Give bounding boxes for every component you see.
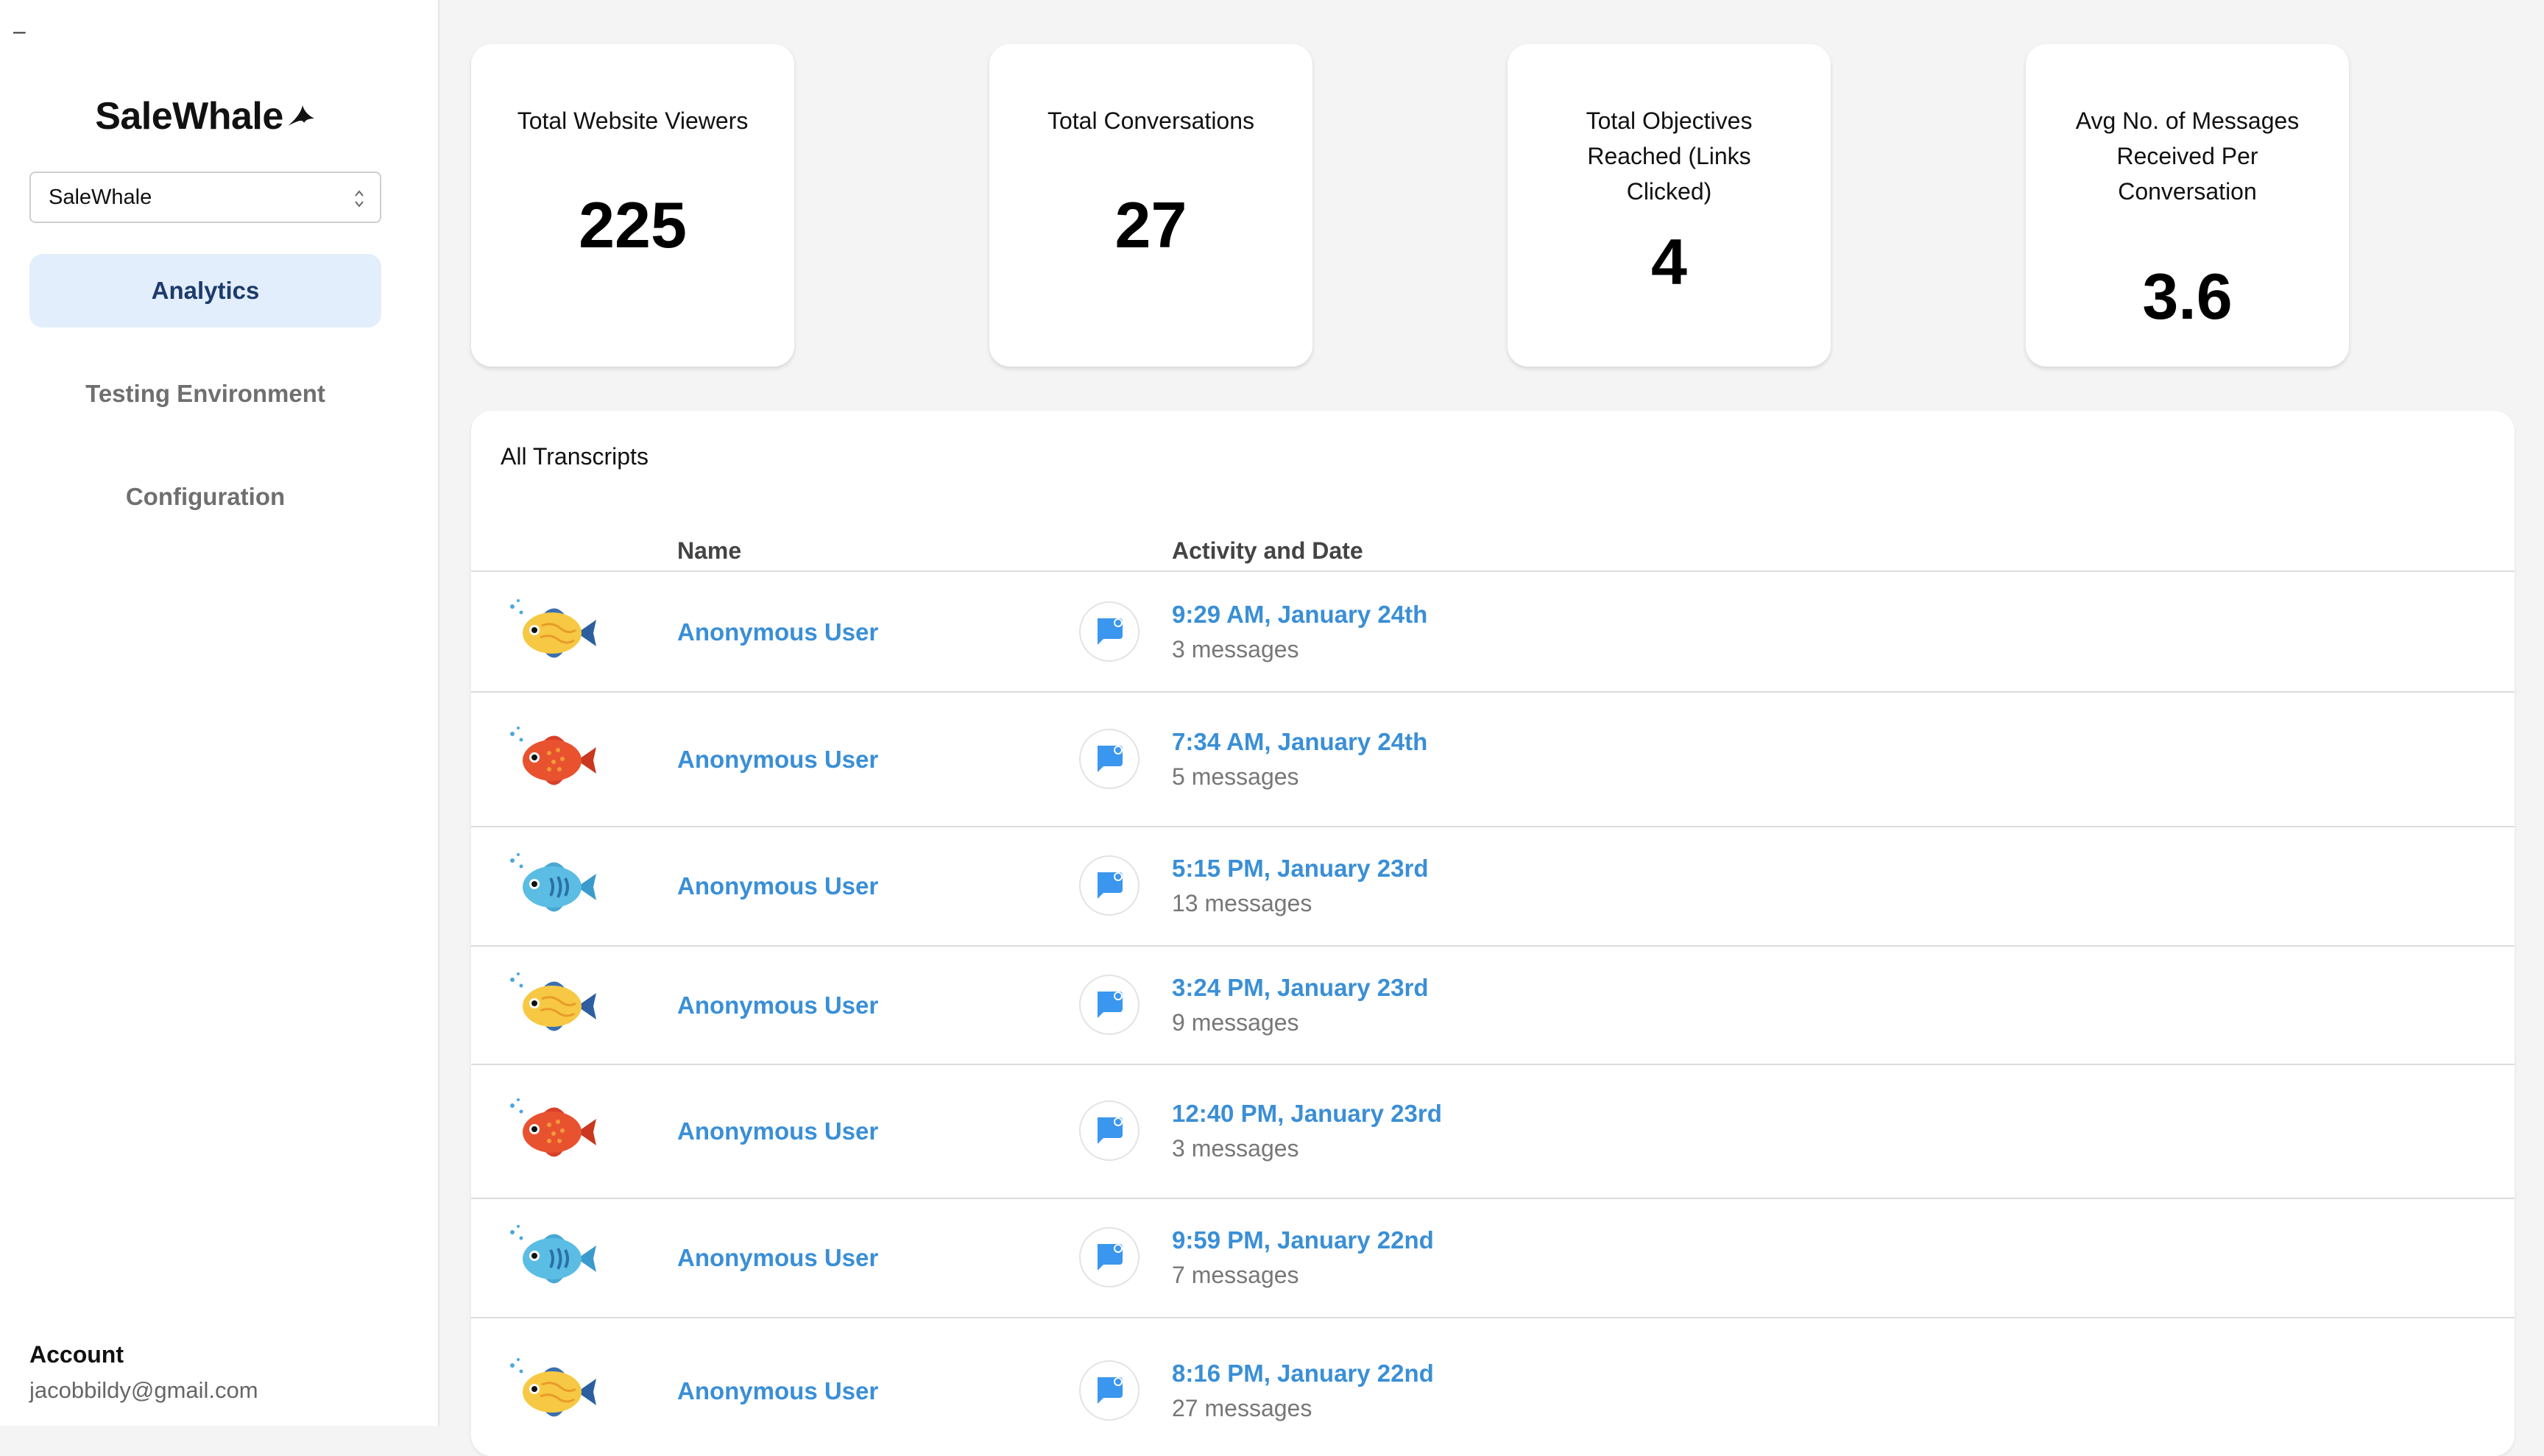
nav-configuration-label: Configuration: [125, 483, 286, 510]
logo-text: SaleWhale: [95, 95, 283, 138]
transcript-row[interactable]: Anonymous User 7:34 AM, January 24th 5 m…: [471, 691, 2515, 827]
red-fish-icon: [506, 724, 602, 797]
transcript-row[interactable]: Anonymous User 3:24 PM, January 23rd 9 m…: [471, 945, 2515, 1065]
transcripts-title: All Transcripts: [501, 443, 649, 470]
message-count: 3 messages: [1172, 1135, 1299, 1162]
stat-value: 225: [579, 188, 687, 261]
chat-icon[interactable]: [1079, 601, 1140, 662]
whale-tail-icon: [287, 105, 314, 126]
menu-icon[interactable]: –: [13, 21, 26, 43]
user-name-link[interactable]: Anonymous User: [677, 992, 878, 1019]
chat-icon[interactable]: [1079, 1360, 1140, 1421]
stat-label: Total Conversations: [1047, 107, 1255, 134]
message-count: 27 messages: [1172, 1395, 1312, 1421]
stat-label: Total Objectives Reached (Links Clicked): [1586, 107, 1753, 205]
account-title: Account: [29, 1341, 124, 1368]
nav-testing-environment[interactable]: Testing Environment: [29, 357, 381, 431]
user-name-link[interactable]: Anonymous User: [677, 746, 878, 774]
column-header-name: Name: [677, 537, 742, 564]
activity-date-link[interactable]: 12:40 PM, January 23rd: [1172, 1100, 1442, 1128]
nav-configuration[interactable]: Configuration: [29, 460, 381, 534]
yellow-fish-icon: [506, 1355, 602, 1429]
activity-date-link[interactable]: 5:15 PM, January 23rd: [1172, 855, 1429, 883]
chat-icon[interactable]: [1079, 1227, 1140, 1287]
user-name-link[interactable]: Anonymous User: [677, 1117, 878, 1145]
account-section[interactable]: Account jacobbildy@gmail.com: [29, 1341, 258, 1404]
nav-analytics[interactable]: Analytics: [29, 254, 381, 328]
transcript-row[interactable]: Anonymous User 5:15 PM, January 23rd 13 …: [471, 826, 2515, 947]
user-name-link[interactable]: Anonymous User: [677, 1244, 878, 1272]
app-logo: SaleWhale: [0, 94, 411, 138]
activity-date-link[interactable]: 8:16 PM, January 22nd: [1172, 1360, 1434, 1388]
workspace-select[interactable]: SaleWhale: [29, 172, 381, 223]
transcript-row[interactable]: Anonymous User 9:29 AM, January 24th 3 m…: [471, 572, 2515, 693]
activity-date-link[interactable]: 3:24 PM, January 23rd: [1172, 974, 1429, 1002]
message-count: 5 messages: [1172, 763, 1299, 790]
nav-analytics-label: Analytics: [151, 277, 260, 304]
chevron-updown-icon: [355, 190, 364, 208]
workspace-select-value: SaleWhale: [49, 185, 152, 209]
blue-fish-icon: [506, 1222, 602, 1296]
chat-icon[interactable]: [1079, 1100, 1140, 1161]
user-name-link[interactable]: Anonymous User: [677, 618, 878, 646]
stat-card-avg-messages: Avg No. of Messages Received Per Convers…: [2026, 44, 2349, 367]
chat-icon[interactable]: [1079, 855, 1140, 916]
nav-testing-environment-label: Testing Environment: [85, 380, 325, 407]
stat-label: Avg No. of Messages Received Per Convers…: [2075, 107, 2300, 205]
stat-card-conversations: Total Conversations 27: [989, 44, 1312, 367]
chat-icon[interactable]: [1079, 974, 1140, 1035]
user-name-link[interactable]: Anonymous User: [677, 1377, 878, 1405]
stat-value: 27: [1114, 188, 1187, 261]
message-count: 3 messages: [1172, 636, 1299, 662]
red-fish-icon: [506, 1095, 602, 1169]
stat-card-website-viewers: Total Website Viewers 225: [471, 44, 794, 367]
message-count: 13 messages: [1172, 890, 1312, 916]
yellow-fish-icon: [506, 596, 602, 670]
activity-date-link[interactable]: 9:59 PM, January 22nd: [1172, 1226, 1434, 1254]
stat-value: 4: [1651, 225, 1687, 298]
message-count: 9 messages: [1172, 1008, 1299, 1036]
transcript-row[interactable]: Anonymous User 12:40 PM, January 23rd 3 …: [471, 1064, 2515, 1199]
user-name-link[interactable]: Anonymous User: [677, 872, 878, 900]
stat-card-objectives: Total Objectives Reached (Links Clicked)…: [1508, 44, 1831, 367]
yellow-fish-icon: [506, 969, 602, 1043]
message-count: 7 messages: [1172, 1262, 1299, 1288]
stat-label: Total Website Viewers: [517, 107, 749, 134]
chat-icon[interactable]: [1079, 728, 1140, 789]
stat-value: 3.6: [2142, 260, 2233, 333]
blue-fish-icon: [506, 850, 602, 924]
transcript-row[interactable]: Anonymous User 9:59 PM, January 22nd 7 m…: [471, 1198, 2515, 1318]
transcripts-panel: All Transcripts Name Activity and Date A…: [471, 411, 2515, 1456]
sidebar: – SaleWhale SaleWhale Analytics Testing …: [0, 0, 439, 1426]
transcript-row[interactable]: Anonymous User 8:16 PM, January 22nd 27 …: [471, 1317, 2515, 1456]
activity-date-link[interactable]: 9:29 AM, January 24th: [1172, 601, 1427, 629]
column-header-activity: Activity and Date: [1172, 537, 1363, 564]
activity-date-link[interactable]: 7:34 AM, January 24th: [1172, 728, 1427, 756]
account-email: jacobbildy@gmail.com: [29, 1377, 258, 1403]
